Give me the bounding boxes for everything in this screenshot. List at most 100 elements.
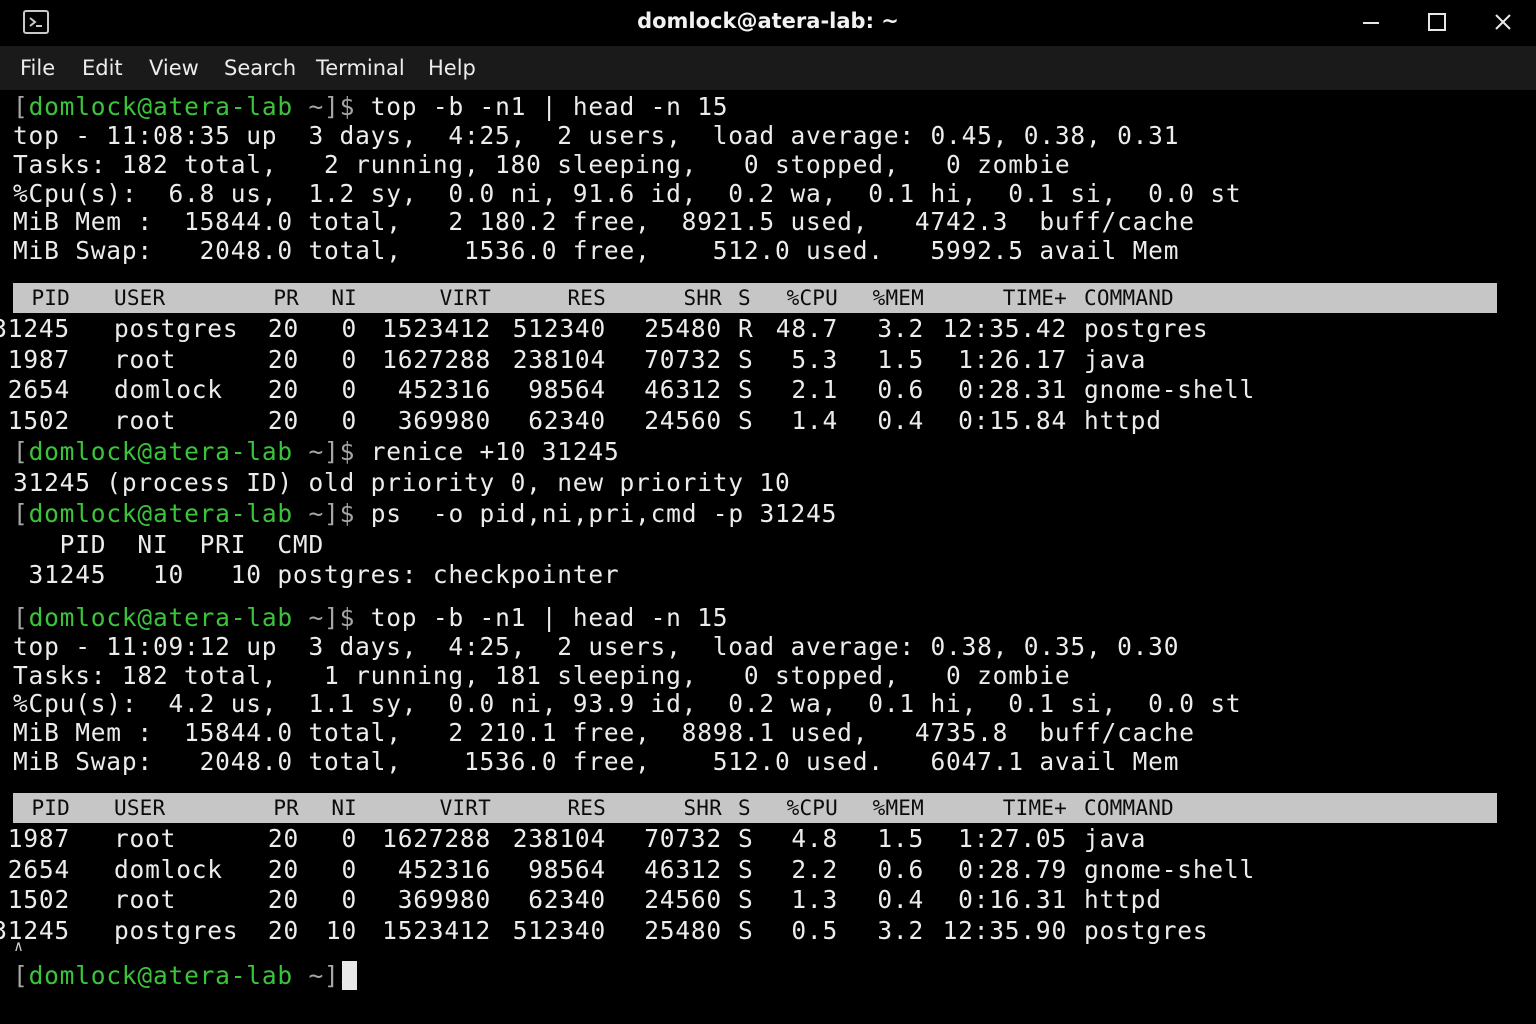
process-shr: 24560 (644, 405, 722, 435)
top-summary-swap: MiB Swap: 2048.0 total, 1536.0 free, 512… (13, 747, 1180, 776)
process-pr: 20 (267, 854, 299, 884)
process-s: S (738, 915, 754, 945)
ps-header: PID NI PRI CMD (13, 530, 325, 559)
process-ni: 0 (341, 824, 357, 853)
process-res: 98564 (528, 375, 606, 404)
command-text: renice +10 31245 (370, 437, 620, 466)
prompt-bracket: [ (13, 499, 29, 528)
process-s: S (738, 885, 754, 914)
process-mem: 0.6 (877, 375, 924, 404)
column-header-shr: SHR (683, 796, 722, 820)
process-s: S (738, 405, 754, 435)
process-time: 12:35.42 (942, 314, 1067, 343)
process-table-header: PID USER PR NI VIRT RES SHR S %CPU %MEM TIME+ COMMA… (13, 283, 1497, 313)
process-pr: 20 (267, 344, 299, 374)
column-header-user: USER (114, 286, 166, 310)
column-header-res: RES (567, 286, 606, 310)
column-header-time: TIME+ (1002, 286, 1067, 310)
process-command: java (1084, 824, 1147, 853)
top-summary-uptime: top - 11:08:35 up 3 days, 4:25, 2 users,… (13, 121, 1180, 150)
process-pid: 2654 (7, 854, 70, 884)
column-header-res: RES (567, 796, 606, 820)
process-cpu: 1.3 (791, 885, 838, 914)
process-pr: 20 (267, 824, 299, 853)
process-user: root (114, 885, 177, 914)
maximize-icon (1428, 13, 1446, 31)
column-header-ni: NI (331, 286, 357, 310)
close-button[interactable] (1483, 8, 1523, 38)
column-header-cpu: %CPU (786, 796, 838, 820)
process-virt: 452316 (397, 854, 491, 884)
text-cursor[interactable] (342, 961, 357, 990)
process-pid: 2654 (7, 375, 70, 404)
prompt-user-host: domlock@atera-lab (28, 92, 293, 121)
process-res: 62340 (528, 405, 606, 435)
top-summary-tasks: Tasks: 182 total, 1 running, 181 sleepin… (13, 661, 1071, 690)
column-header-command: COMMAND (1084, 286, 1174, 310)
prompt-line: [domlock@atera-lab ~]$ ps -o pid,ni,pri,… (13, 499, 837, 529)
process-pr: 20 (267, 314, 299, 343)
top-summary-cpu: %Cpu(s): 6.8 us, 1.2 sy, 0.0 ni, 91.6 id… (13, 179, 1242, 208)
process-time: 12:35.90 (942, 915, 1067, 945)
prompt-bracket: [ (13, 961, 29, 990)
terminal-app-icon[interactable] (23, 10, 49, 34)
process-user: root (114, 405, 177, 435)
process-res: 238104 (512, 824, 606, 853)
prompt-path: ~]$ (292, 499, 371, 528)
process-ni: 0 (341, 314, 357, 343)
process-user: domlock (114, 375, 223, 404)
column-header-pr: PR (273, 796, 299, 820)
process-pr: 20 (267, 375, 299, 404)
process-res: 512340 (512, 915, 606, 945)
process-mem: 3.2 (877, 314, 924, 343)
process-shr: 70732 (644, 824, 722, 853)
process-ni: 0 (341, 885, 357, 914)
menu-search[interactable]: Search (224, 56, 296, 80)
column-header-pr: PR (273, 286, 299, 310)
process-mem: 3.2 (877, 915, 924, 945)
minimize-button[interactable] (1351, 8, 1391, 38)
prompt-user-host: domlock@atera-lab (28, 603, 293, 632)
process-pr: 20 (267, 885, 299, 914)
prompt-bracket: [ (13, 603, 29, 632)
process-virt: 369980 (397, 405, 491, 435)
process-res: 62340 (528, 885, 606, 914)
process-pid: 1502 (7, 885, 70, 914)
menu-file[interactable]: File (20, 56, 55, 80)
menu-edit[interactable]: Edit (82, 56, 123, 80)
process-shr: 24560 (644, 885, 722, 914)
prompt-path: ~]$ (292, 961, 371, 990)
prompt-path: ~]$ (292, 437, 371, 466)
prompt-bracket: [ (13, 92, 29, 121)
process-row: 31245 postgres 20 0 1523412 512340 25480 R 48.7 3… (0, 314, 1513, 344)
menu-view[interactable]: View (149, 56, 199, 80)
process-s: R (738, 314, 754, 343)
process-command: httpd (1084, 885, 1162, 914)
command-text: top -b -n1 | head -n 15 (370, 92, 729, 121)
process-shr: 25480 (644, 915, 722, 945)
process-command: postgres (1084, 915, 1209, 945)
command-text: top -b -n1 | head -n 15 (370, 603, 729, 632)
column-header-ni: NI (331, 796, 357, 820)
process-res: 98564 (528, 854, 606, 884)
menu-help[interactable]: Help (428, 56, 476, 80)
process-row: 2654 domlock 20 0 452316 98564 46312 S 2.1 0.6 0:2… (8, 375, 1513, 405)
prompt-path: ~]$ (292, 603, 371, 632)
process-virt: 1627288 (382, 344, 491, 374)
column-header-s: S (738, 796, 751, 820)
process-row: 1987 root 20 0 1627288 238104 70732 S 5.3 1.5 1:26… (8, 344, 1513, 375)
process-pid: 31245 (0, 314, 70, 343)
process-s: S (738, 854, 754, 884)
top-summary-uptime: top - 11:09:12 up 3 days, 4:25, 2 users,… (13, 632, 1180, 661)
column-header-time: TIME+ (1002, 796, 1067, 820)
caret-glyph: ∧ (14, 937, 24, 955)
prompt-line: [domlock@atera-lab ~]$ (13, 961, 371, 991)
process-user: domlock (114, 854, 223, 884)
menu-terminal[interactable]: Terminal (316, 56, 405, 80)
terminal-output[interactable]: [domlock@atera-lab ~]$ top -b -n1 | head… (0, 90, 1536, 1024)
maximize-button[interactable] (1417, 8, 1457, 38)
process-ni: 0 (341, 854, 357, 884)
process-shr: 46312 (644, 375, 722, 404)
process-mem: 0.4 (877, 885, 924, 914)
process-time: 1:27.05 (958, 824, 1067, 853)
